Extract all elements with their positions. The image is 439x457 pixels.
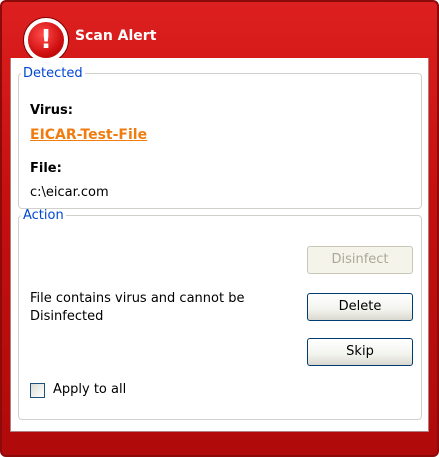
scan-alert-window: ! Scan Alert Detected Virus: EICAR-Test-… <box>0 0 439 457</box>
detected-group: Detected Virus: EICAR-Test-File File: c:… <box>18 66 422 209</box>
apply-to-all-label[interactable]: Apply to all <box>53 382 126 397</box>
window-title: Scan Alert <box>75 28 157 44</box>
skip-button[interactable]: Skip <box>307 338 413 366</box>
file-path: c:\eicar.com <box>30 185 109 200</box>
status-message-line2: Disinfected <box>30 309 104 324</box>
apply-to-all-checkbox[interactable] <box>30 383 45 398</box>
action-group: Action Disinfect File contains virus and… <box>18 208 422 420</box>
window-bottom-frame <box>10 432 429 450</box>
file-label: File: <box>30 161 62 176</box>
detected-legend: Detected <box>23 66 83 81</box>
action-legend: Action <box>23 208 64 223</box>
virus-label: Virus: <box>30 103 73 118</box>
alert-icon: ! <box>24 18 68 62</box>
virus-name-link[interactable]: EICAR-Test-File <box>30 127 147 143</box>
status-message-line1: File contains virus and cannot be <box>30 291 245 306</box>
delete-button[interactable]: Delete <box>307 293 413 321</box>
disinfect-button[interactable]: Disinfect <box>307 246 413 274</box>
title-bar: ! Scan Alert <box>2 2 437 62</box>
dialog-body: Detected Virus: EICAR-Test-File File: c:… <box>10 58 429 432</box>
